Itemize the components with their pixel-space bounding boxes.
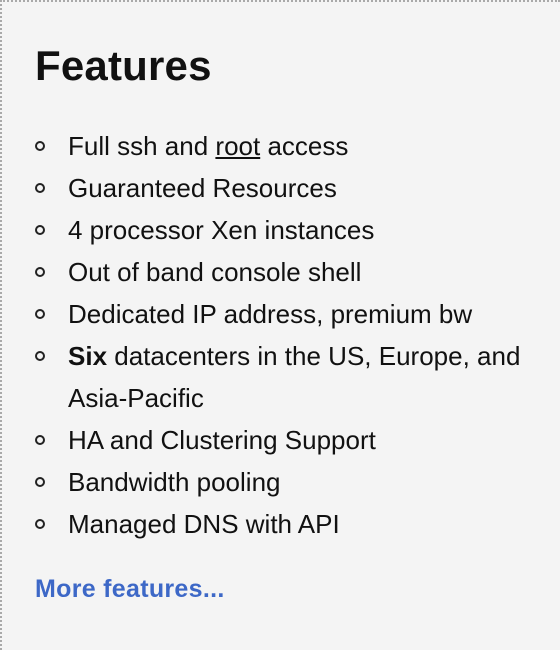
feature-item-dedicated-ip: Dedicated IP address, premium bw [35,293,535,335]
feature-list: Full ssh and root access Guaranteed Reso… [35,125,535,545]
features-panel: Features Full ssh and root access Guaran… [0,0,560,650]
feature-text: Guaranteed Resources [68,173,337,203]
feature-item-managed-dns: Managed DNS with API [35,503,535,545]
feature-item-datacenters: Six datacenters in the US, Europe, and A… [35,335,535,419]
feature-text: Out of band console shell [68,257,362,287]
feature-item-bandwidth-pooling: Bandwidth pooling [35,461,535,503]
feature-text: 4 processor Xen instances [68,215,375,245]
feature-emphasis: Six [68,341,108,371]
bullet-icon [35,309,45,319]
feature-text: Dedicated IP address, premium bw [68,299,473,329]
feature-item-ssh-root: Full ssh and root access [35,125,535,167]
feature-item-console-shell: Out of band console shell [35,251,535,293]
feature-item-xen-instances: 4 processor Xen instances [35,209,535,251]
bullet-icon [35,519,45,529]
bullet-icon [35,477,45,487]
features-title: Features [35,42,212,89]
bullet-icon [35,141,45,151]
feature-text-suffix: access [260,131,349,161]
feature-text: HA and Clustering Support [68,425,376,455]
feature-text: Bandwidth pooling [68,467,281,497]
feature-text: Managed DNS with API [68,509,340,539]
bullet-icon [35,183,45,193]
feature-item-ha-clustering: HA and Clustering Support [35,419,535,461]
feature-text: datacenters in the US, Europe, and Asia-… [68,341,521,413]
more-features-link[interactable]: More features... [35,572,225,606]
bullet-icon [35,225,45,235]
bullet-icon [35,267,45,277]
root-link[interactable]: root [215,131,260,161]
feature-item-guaranteed-resources: Guaranteed Resources [35,167,535,209]
bullet-icon [35,435,45,445]
feature-text: Full ssh and [68,131,216,161]
bullet-icon [35,351,45,361]
